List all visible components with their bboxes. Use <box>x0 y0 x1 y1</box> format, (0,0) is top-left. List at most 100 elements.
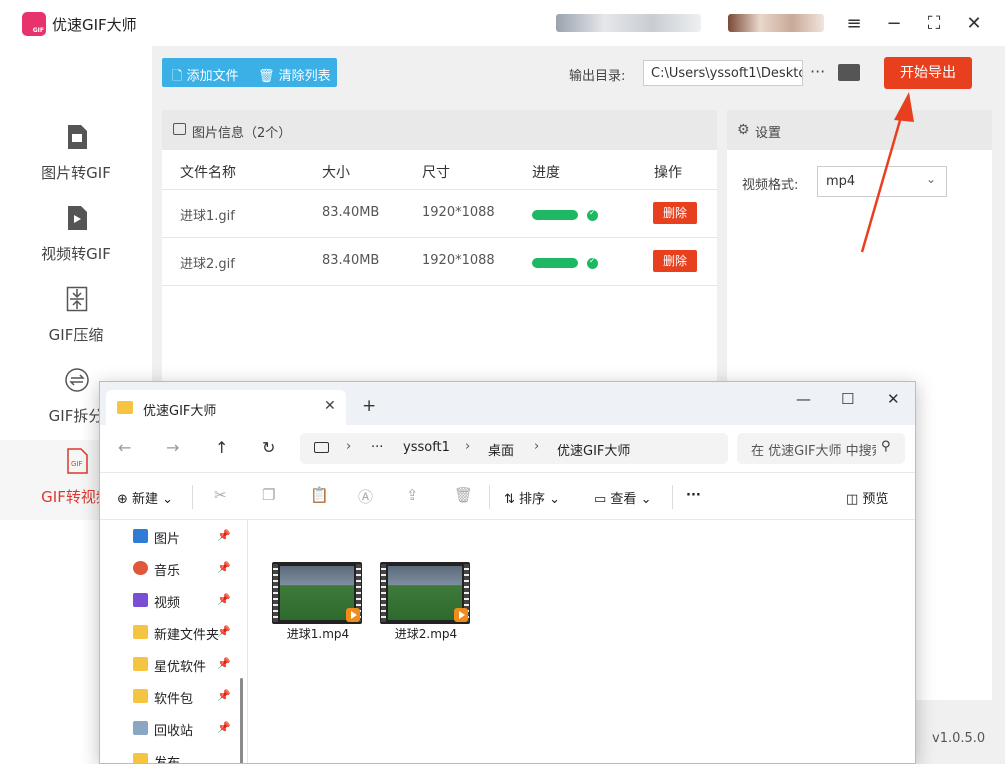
nav-item-label: 音乐 <box>154 564 181 579</box>
new-tab-icon[interactable]: + <box>362 396 376 416</box>
breadcrumb-item[interactable]: 优速GIF大师 <box>557 440 630 459</box>
pin-icon: 📌 <box>217 721 231 734</box>
pin-icon: 📌 <box>217 529 231 542</box>
video-thumbnail <box>380 562 470 624</box>
breadcrumb-more[interactable]: ··· <box>371 440 383 455</box>
explorer-tab-title: 优速GIF大师 <box>143 404 217 419</box>
explorer-navigation-pane: 图片 📌 音乐 📌 视频 📌 新建文件夹 📌 星优软件 📌 软件包 📌 回收站 … <box>100 520 248 764</box>
gif-file-icon: GIF <box>67 448 88 474</box>
minimize-icon[interactable]: − <box>881 10 907 36</box>
sidebar-item-gif-compress[interactable]: GIF压缩 <box>0 278 152 358</box>
file-item[interactable]: 进球1.mp4 <box>268 562 363 642</box>
video-format-select[interactable]: mp4 ⌄ <box>817 166 947 197</box>
computer-icon <box>314 442 329 453</box>
video-format-label: 视频格式: <box>742 178 799 193</box>
file-toolbar: 🗋 添加文件 🗑 清除列表 <box>162 58 337 87</box>
share-icon[interactable]: ⇪ <box>406 486 419 504</box>
settings-header: ⚙ 设置 <box>727 110 992 150</box>
nav-item-xingyou[interactable]: 星优软件 📌 <box>133 654 243 676</box>
file-dims: 1920*1088 <box>422 253 495 268</box>
start-export-button[interactable]: 开始导出 <box>884 57 972 89</box>
pin-icon: 📌 <box>217 689 231 702</box>
nav-item-pictures[interactable]: 图片 📌 <box>133 526 243 548</box>
menu-icon[interactable]: ≡ <box>841 10 867 36</box>
delete-button[interactable]: 删除 <box>653 250 697 272</box>
clear-list-button[interactable]: 🗑 清除列表 <box>258 65 331 84</box>
breadcrumb-item[interactable]: yssoft1 <box>403 440 450 455</box>
add-file-label: 添加文件 <box>186 69 239 84</box>
file-dims: 1920*1088 <box>422 205 495 220</box>
folder-icon <box>133 657 148 671</box>
browse-more-button[interactable]: ··· <box>810 62 825 81</box>
rename-icon[interactable]: Ⓐ <box>358 486 373 507</box>
nav-item-packages[interactable]: 软件包 📌 <box>133 686 243 708</box>
file-list-panel: 图片信息（2个） 文件名称 大小 尺寸 进度 操作 进球1.gif 83.40M… <box>162 110 717 390</box>
up-icon[interactable]: ↑ <box>215 438 228 457</box>
nav-item-label: 图片 <box>154 532 181 547</box>
add-file-button[interactable]: 🗋 添加文件 <box>172 65 239 89</box>
nav-item-new-folder[interactable]: 新建文件夹 📌 <box>133 622 243 644</box>
delete-icon[interactable]: 🗑 <box>454 486 473 504</box>
back-icon[interactable]: ← <box>118 438 131 457</box>
sidebar-item-video-to-gif[interactable]: 视频转GIF <box>0 197 152 277</box>
delete-button[interactable]: 删除 <box>653 202 697 224</box>
app-titlebar: 优速GIF大师 ≡ − ⛶ ✕ <box>0 0 1005 46</box>
image-file-icon <box>68 125 87 149</box>
nav-item-publish[interactable]: 发布 <box>133 750 243 764</box>
play-icon <box>454 608 468 622</box>
folder-icon <box>133 689 148 703</box>
refresh-icon[interactable]: ↻ <box>262 438 275 457</box>
explorer-tab[interactable]: 优速GIF大师 ✕ <box>106 390 346 425</box>
new-label: 新建 <box>132 492 159 507</box>
film-strip <box>381 564 386 622</box>
search-box[interactable]: 在 优速GIF大师 中搜索 ⚲ <box>737 433 905 464</box>
more-button[interactable]: ··· <box>686 488 701 503</box>
check-icon <box>587 256 598 269</box>
blurred-user-info <box>556 14 701 32</box>
close-icon[interactable]: ✕ <box>961 10 987 36</box>
app-title: 优速GIF大师 <box>52 16 137 34</box>
divider <box>192 485 193 509</box>
open-folder-icon[interactable] <box>838 64 860 81</box>
maximize-icon[interactable]: ☐ <box>841 390 854 408</box>
explorer-tabbar: 优速GIF大师 ✕ + — ☐ ✕ <box>100 382 915 425</box>
scrollbar[interactable] <box>240 678 243 763</box>
pictures-icon <box>133 529 148 543</box>
divider <box>489 485 490 509</box>
gear-icon: ⚙ <box>737 122 750 138</box>
nav-item-music[interactable]: 音乐 📌 <box>133 558 243 580</box>
nav-item-recycle-bin[interactable]: 回收站 📌 <box>133 718 243 740</box>
preview-button[interactable]: ◫ 预览 <box>846 488 888 507</box>
close-icon[interactable]: ✕ <box>887 390 900 408</box>
sidebar-item-image-to-gif[interactable]: 图片转GIF <box>0 116 152 196</box>
divider <box>672 485 673 509</box>
address-bar[interactable]: › ··· yssoft1 › 桌面 › 优速GIF大师 <box>300 433 728 464</box>
progress-bar <box>532 258 578 268</box>
minimize-icon[interactable]: — <box>796 390 811 408</box>
svg-text:GIF: GIF <box>71 460 83 468</box>
nav-item-label: 软件包 <box>154 692 194 707</box>
file-item[interactable]: 进球2.mp4 <box>376 562 471 642</box>
nav-item-label: 回收站 <box>154 724 194 739</box>
nav-item-videos[interactable]: 视频 📌 <box>133 590 243 612</box>
cut-icon[interactable]: ✂ <box>214 486 227 504</box>
maximize-icon[interactable]: ⛶ <box>921 10 947 36</box>
paste-icon[interactable]: 📋 <box>310 486 329 504</box>
forward-icon[interactable]: → <box>166 438 179 457</box>
copy-icon[interactable]: ❐ <box>262 486 275 504</box>
file-list-header: 图片信息（2个） <box>162 110 717 150</box>
output-dir-field[interactable]: C:\Users\yssoft1\Deskto <box>643 60 803 86</box>
close-tab-icon[interactable]: ✕ <box>324 398 336 414</box>
sort-button[interactable]: ⇅ 排序 ⌄ <box>504 488 560 507</box>
file-name: 进球1.mp4 <box>286 627 350 641</box>
column-header-dims: 尺寸 <box>422 165 450 181</box>
view-button[interactable]: ▭ 查看 ⌄ <box>594 488 651 507</box>
column-header-size: 大小 <box>322 165 350 181</box>
chevron-down-icon: ⌄ <box>925 172 936 186</box>
new-button[interactable]: ⊕ 新建 ⌄ <box>117 488 173 507</box>
breadcrumb-item[interactable]: 桌面 <box>488 440 514 459</box>
clear-list-label: 清除列表 <box>278 69 331 84</box>
file-name: 进球2.gif <box>180 257 235 272</box>
nav-item-label: 发布 <box>154 756 181 764</box>
view-label: 查看 <box>610 492 637 507</box>
